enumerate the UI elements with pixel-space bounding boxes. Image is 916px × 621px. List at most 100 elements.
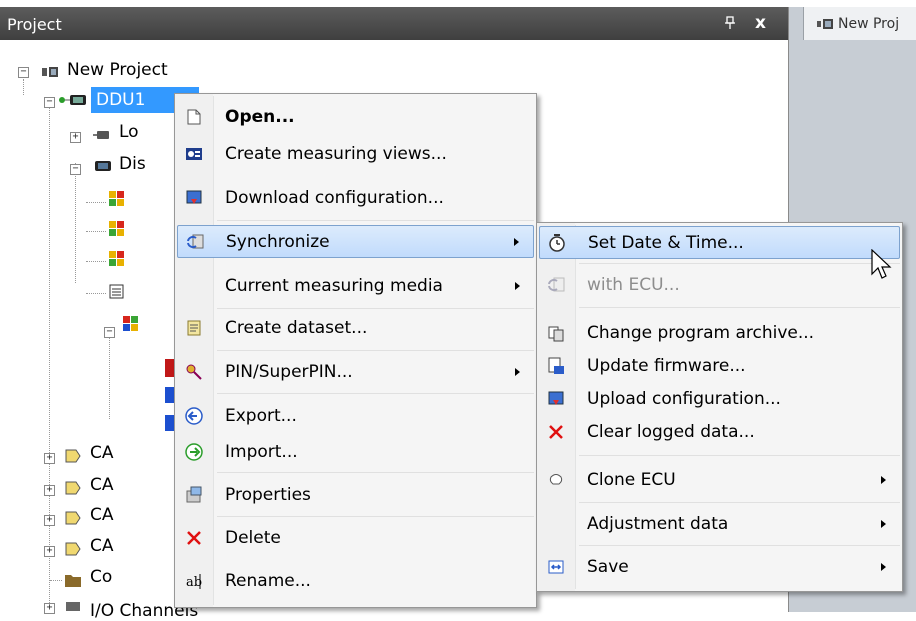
context-menu: Open... Create measuring views... Downlo…: [174, 93, 537, 608]
menu-item-create-dataset[interactable]: Create dataset...: [177, 312, 534, 345]
expand-toggle[interactable]: +: [44, 546, 55, 557]
can-icon: [65, 481, 81, 495]
collapse-toggle[interactable]: −: [44, 97, 55, 108]
tree-node-dis[interactable]: Dis: [119, 154, 146, 174]
menu-item-adjustment-data[interactable]: Adjustment data: [539, 508, 900, 541]
menu-item-properties[interactable]: Properties: [177, 479, 534, 512]
ecu-icon: [59, 95, 86, 105]
collapse-toggle[interactable]: −: [70, 164, 81, 175]
menu-item-create-measuring-views[interactable]: Create measuring views...: [177, 138, 534, 171]
menu-item-label: Clone ECU: [587, 470, 676, 490]
menu-item-label: Properties: [225, 485, 311, 505]
menu-item-delete[interactable]: Delete: [177, 522, 534, 555]
menu-item-update-firmware[interactable]: Update firmware...: [539, 350, 900, 383]
expand-toggle[interactable]: +: [44, 603, 55, 614]
menu-item-label: with ECU...: [587, 275, 680, 295]
open-document-icon: [187, 109, 201, 125]
tree-line: [49, 107, 50, 607]
menu-item-label: PIN/SuperPIN...: [225, 362, 353, 382]
menu-separator: [579, 455, 900, 456]
menu-item-open[interactable]: Open...: [177, 101, 534, 134]
collapse-toggle[interactable]: −: [18, 67, 29, 78]
menu-item-pin-superpin[interactable]: PIN/SuperPIN...: [177, 356, 534, 389]
menu-item-label: Update firmware...: [587, 356, 746, 376]
tree-node-ca[interactable]: CA: [90, 505, 114, 525]
delete-icon: [187, 531, 201, 545]
menu-item-label: Rename...: [225, 571, 311, 591]
menu-item-change-program-archive[interactable]: Change program archive...: [539, 317, 900, 350]
menu-item-label: Adjustment data: [587, 514, 729, 534]
ecu-label: DDU1: [96, 90, 146, 110]
expand-toggle[interactable]: +: [44, 485, 55, 496]
submenu-arrow-icon: [514, 238, 519, 246]
top-cropped-strip: [0, 0, 916, 7]
tree-node-ca[interactable]: CA: [90, 475, 114, 495]
menu-item-label: Import...: [225, 442, 298, 462]
menu-item-label: Create measuring views...: [225, 144, 447, 164]
menu-item-label: Clear logged data...: [587, 422, 755, 442]
menu-item-rename[interactable]: ab Rename...: [177, 565, 534, 598]
menu-item-with-ecu: with ECU...: [539, 269, 900, 302]
menu-separator: [217, 220, 534, 221]
io-icon: [66, 602, 80, 611]
mouse-cursor-icon: [871, 249, 892, 279]
expand-toggle[interactable]: +: [44, 515, 55, 526]
tab-new-project[interactable]: New Proj: [803, 7, 916, 40]
menu-item-export[interactable]: Export...: [177, 400, 534, 433]
project-icon: [817, 19, 833, 29]
tree-line: [86, 231, 106, 232]
expand-toggle[interactable]: +: [70, 132, 81, 143]
can-icon: [65, 449, 81, 463]
close-icon[interactable]: x: [755, 13, 766, 33]
pin-icon[interactable]: [724, 16, 736, 30]
menu-separator: [217, 350, 534, 351]
menu-item-label: Change program archive...: [587, 323, 815, 343]
tab-label: New Proj: [838, 16, 900, 32]
tree-line: [86, 202, 106, 203]
collapse-toggle[interactable]: −: [104, 327, 115, 338]
menu-item-download-configuration[interactable]: Download configuration...: [177, 182, 534, 215]
tree-node-lo[interactable]: Lo: [119, 122, 139, 142]
can-icon: [65, 511, 81, 525]
project-icon: [42, 67, 58, 77]
menu-item-save[interactable]: Save: [539, 551, 900, 584]
dataset-icon: [187, 320, 201, 336]
tree-line: [75, 163, 76, 283]
menu-separator: [579, 545, 900, 546]
menu-separator: [217, 472, 534, 473]
menu-item-label: Export...: [225, 406, 297, 426]
menu-item-label: Synchronize: [226, 232, 330, 252]
download-icon: [186, 190, 202, 204]
tree-node-co[interactable]: Co: [90, 567, 112, 587]
menu-item-label: Download configuration...: [225, 188, 444, 208]
delete-icon: [549, 425, 563, 439]
tree-line: [23, 79, 24, 95]
clock-icon: [549, 234, 565, 252]
synchronize-icon: [187, 234, 204, 249]
menu-item-clear-logged-data[interactable]: Clear logged data...: [539, 416, 900, 449]
menu-item-label: Upload configuration...: [587, 389, 781, 409]
view-icon: [109, 221, 124, 236]
rename-icon: ab: [186, 574, 202, 590]
upload-icon: [548, 391, 564, 405]
tree-line: [86, 261, 106, 262]
folder-icon: [65, 575, 81, 587]
tree-node-ca[interactable]: CA: [90, 443, 114, 463]
menu-item-set-date-time[interactable]: Set Date & Time...: [539, 226, 900, 259]
menu-separator: [217, 393, 534, 394]
color-grid-icon: [123, 316, 138, 331]
submenu-arrow-icon: [881, 476, 886, 484]
tree-node-ca[interactable]: CA: [90, 536, 114, 556]
expand-toggle[interactable]: +: [44, 453, 55, 464]
menu-item-label: Current measuring media: [225, 276, 443, 296]
sync-ecu-icon: [548, 277, 565, 292]
menu-item-current-measuring-media[interactable]: Current measuring media: [177, 270, 534, 303]
menu-item-label: Open...: [225, 107, 295, 127]
archive-icon: [548, 326, 564, 342]
menu-item-clone-ecu[interactable]: Clone ECU: [539, 464, 900, 497]
menu-separator: [217, 516, 534, 517]
submenu-arrow-icon: [515, 368, 520, 376]
menu-item-import[interactable]: Import...: [177, 436, 534, 469]
menu-item-upload-configuration[interactable]: Upload configuration...: [539, 383, 900, 416]
menu-item-synchronize[interactable]: Synchronize: [177, 225, 534, 258]
